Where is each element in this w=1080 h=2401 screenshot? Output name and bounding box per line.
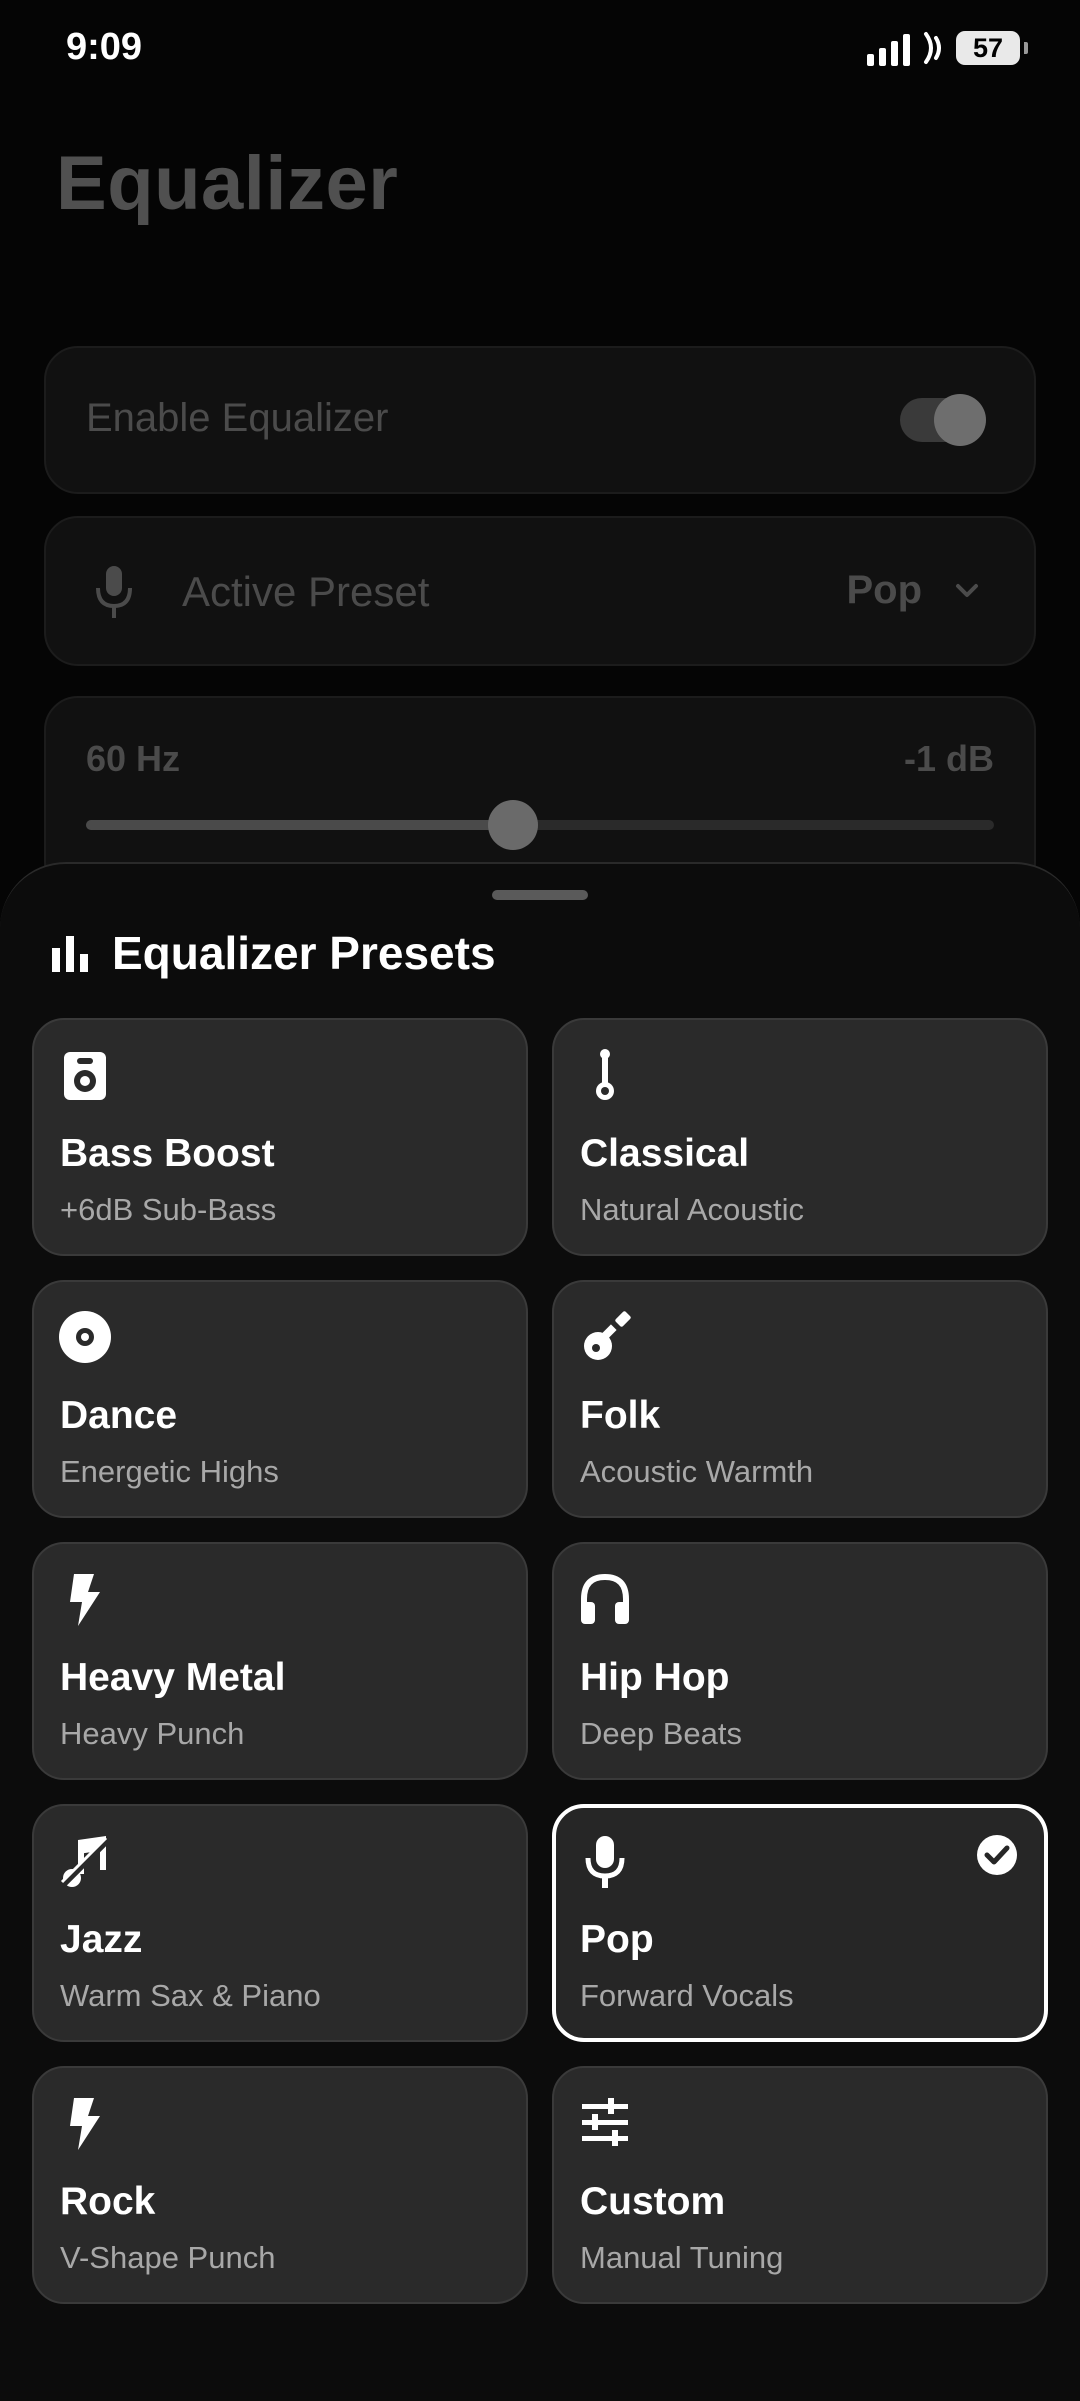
- presets-bottom-sheet: Equalizer Presets Bass Boost +6dB Sub-Ba…: [0, 862, 1080, 2401]
- status-bar: 9:09 57: [0, 0, 1080, 100]
- band-slider[interactable]: [86, 800, 994, 850]
- mic-icon: [96, 566, 132, 618]
- slider-thumb[interactable]: [487, 800, 538, 850]
- page-title: Equalizer: [56, 141, 399, 226]
- chevron-down-icon: [956, 584, 978, 597]
- preset-subtitle: Heavy Punch: [60, 1716, 245, 1751]
- tune-icon: [582, 2098, 628, 2146]
- bolt-icon: [70, 1574, 100, 1626]
- enable-equalizer-label: Enable Equalizer: [86, 396, 389, 440]
- preset-tile-heavy-metal[interactable]: Heavy Metal Heavy Punch: [32, 1542, 528, 1780]
- preset-tile-folk[interactable]: Folk Acoustic Warmth: [552, 1280, 1048, 1518]
- preset-name: Jazz: [60, 1918, 143, 1961]
- preset-grid: Bass Boost +6dB Sub-Bass Classical Natur…: [32, 1018, 1048, 2304]
- preset-tile-rock[interactable]: Rock V-Shape Punch: [32, 2066, 528, 2304]
- sheet-header: Equalizer Presets: [50, 926, 496, 980]
- preset-subtitle: Manual Tuning: [580, 2240, 784, 2275]
- preset-tile-custom[interactable]: Custom Manual Tuning: [552, 2066, 1048, 2304]
- bolt-icon: [70, 2098, 100, 2150]
- preset-tile-hip-hop[interactable]: Hip Hop Deep Beats: [552, 1542, 1048, 1780]
- preset-tile-bass-boost[interactable]: Bass Boost +6dB Sub-Bass: [32, 1018, 528, 1256]
- preset-tile-pop[interactable]: Pop Forward Vocals: [552, 1804, 1048, 2042]
- preset-subtitle: Acoustic Warmth: [580, 1454, 814, 1489]
- preset-subtitle: Forward Vocals: [580, 1978, 794, 2013]
- preset-name: Pop: [580, 1918, 654, 1961]
- wifi-calling-icon: [924, 32, 941, 64]
- preset-name: Bass Boost: [60, 1132, 275, 1175]
- band-gain-value: -1 dB: [904, 738, 994, 779]
- equalizer-bars-icon: [52, 936, 88, 972]
- status-time: 9:09: [66, 26, 143, 68]
- active-preset-value: Pop: [846, 568, 922, 612]
- band-frequency-label: 60 Hz: [86, 738, 181, 779]
- disc-icon: [59, 1311, 111, 1363]
- music-off-icon: [60, 1836, 111, 1887]
- preset-tile-classical[interactable]: Classical Natural Acoustic: [552, 1018, 1048, 1256]
- active-preset-dropdown[interactable]: Active Preset Pop: [44, 516, 1036, 666]
- speaker-icon: [64, 1052, 106, 1100]
- slider-fill: [86, 820, 513, 830]
- piano-key-icon: [596, 1049, 614, 1100]
- mic-icon: [585, 1836, 625, 1888]
- preset-subtitle: V-Shape Punch: [60, 2240, 276, 2275]
- preset-name: Heavy Metal: [60, 1656, 286, 1699]
- preset-subtitle: Warm Sax & Piano: [60, 1978, 321, 2013]
- enable-equalizer-row[interactable]: Enable Equalizer: [44, 346, 1036, 494]
- enable-equalizer-toggle[interactable]: [900, 394, 986, 446]
- preset-name: Classical: [580, 1132, 750, 1175]
- preset-name: Dance: [60, 1394, 178, 1437]
- preset-subtitle: +6dB Sub-Bass: [60, 1192, 277, 1227]
- preset-name: Hip Hop: [580, 1656, 730, 1699]
- preset-subtitle: Deep Beats: [580, 1716, 742, 1751]
- guitar-icon: [584, 1311, 631, 1360]
- preset-subtitle: Energetic Highs: [60, 1454, 279, 1489]
- sheet-drag-handle[interactable]: [492, 890, 588, 900]
- preset-name: Rock: [60, 2180, 156, 2223]
- preset-tile-dance[interactable]: Dance Energetic Highs: [32, 1280, 528, 1518]
- preset-name: Custom: [580, 2180, 726, 2223]
- active-preset-label: Active Preset: [182, 568, 430, 615]
- preset-name: Folk: [580, 1394, 661, 1437]
- preset-subtitle: Natural Acoustic: [580, 1192, 804, 1227]
- signal-icon: [867, 30, 910, 66]
- toggle-knob: [934, 394, 986, 446]
- battery-indicator: 57: [956, 31, 1028, 65]
- status-icons: 57: [867, 30, 1028, 66]
- headphones-icon: [581, 1573, 629, 1624]
- check-circle-icon: [977, 1835, 1017, 1875]
- sheet-title: Equalizer Presets: [112, 927, 496, 979]
- preset-tile-jazz[interactable]: Jazz Warm Sax & Piano: [32, 1804, 528, 2042]
